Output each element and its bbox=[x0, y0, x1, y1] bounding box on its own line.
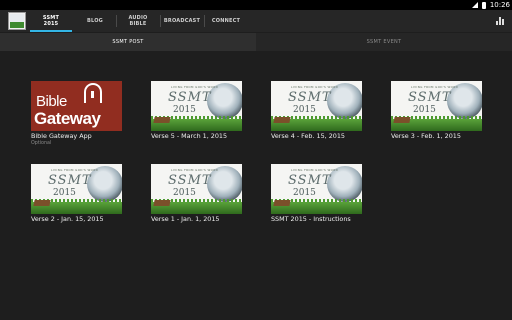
ssmt-thumbnail: LIVING FROM GOD'S WORD SSMT 2015 bbox=[151, 164, 242, 214]
post-title: Verse 4 - Feb. 15, 2015 bbox=[271, 132, 345, 140]
active-tab-indicator bbox=[30, 30, 72, 32]
tab-ssmt-2015[interactable]: SSMT 2015 bbox=[30, 10, 72, 32]
tab-broadcast[interactable]: BROADCAST bbox=[162, 10, 202, 32]
post-title: SSMT 2015 - Instructions bbox=[271, 215, 351, 223]
status-bar: 10:26 bbox=[0, 0, 512, 10]
status-time: 10:26 bbox=[489, 1, 510, 9]
ssmt-thumbnail: LIVING FROM GOD'S WORD SSMT 2015 bbox=[391, 81, 482, 131]
chart-icon[interactable] bbox=[496, 17, 504, 25]
app-logo-icon[interactable] bbox=[8, 12, 26, 30]
ssmt-thumbnail: LIVING FROM GOD'S WORD SSMT 2015 bbox=[151, 81, 242, 131]
post-subtitle: Optional bbox=[31, 141, 52, 146]
tab-divider bbox=[160, 15, 161, 27]
tab-divider bbox=[116, 15, 117, 27]
post-title: Verse 3 - Feb. 1, 2015 bbox=[391, 132, 461, 140]
tab-blog[interactable]: BLOG bbox=[76, 10, 114, 32]
post-title: Verse 1 - Jan. 1, 2015 bbox=[151, 215, 220, 223]
battery-icon bbox=[481, 1, 486, 9]
subtab-ssmt-event[interactable]: SSMT EVENT bbox=[256, 33, 512, 51]
ssmt-thumbnail: LIVING FROM GOD'S WORD SSMT 2015 bbox=[31, 164, 122, 214]
sub-tab-bar: SSMT POST SSMT EVENT bbox=[0, 33, 512, 51]
ssmt-thumbnail: LIVING FROM GOD'S WORD SSMT 2015 bbox=[271, 164, 362, 214]
bible-gateway-thumbnail: Bible Gateway bbox=[31, 81, 122, 131]
post-title: Verse 2 - Jan. 15, 2015 bbox=[31, 215, 104, 223]
subtab-ssmt-post[interactable]: SSMT POST bbox=[0, 33, 256, 51]
signal-icon bbox=[471, 2, 478, 8]
post-title: Verse 5 - March 1, 2015 bbox=[151, 132, 228, 140]
post-title: Bible Gateway App bbox=[31, 132, 92, 140]
ssmt-thumbnail: LIVING FROM GOD'S WORD SSMT 2015 bbox=[271, 81, 362, 131]
tab-connect[interactable]: CONNECT bbox=[206, 10, 246, 32]
post-grid: Bible Gateway Bible Gateway App Optional… bbox=[0, 51, 512, 320]
tab-divider bbox=[204, 15, 205, 27]
tab-audio-bible[interactable]: AUDIO BIBLE bbox=[118, 10, 158, 32]
action-bar: SSMT 2015 BLOG AUDIO BIBLE BROADCAST CON… bbox=[0, 10, 512, 32]
